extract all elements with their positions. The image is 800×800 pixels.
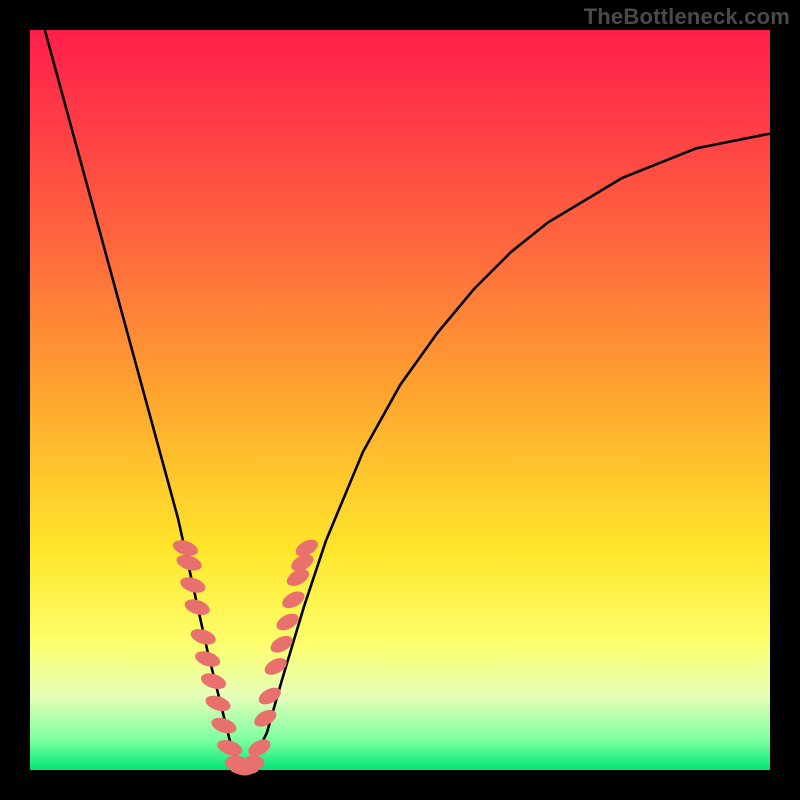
chart-frame: TheBottleneck.com — [0, 0, 800, 800]
watermark-text: TheBottleneck.com — [584, 4, 790, 30]
curve-beads — [171, 536, 321, 775]
chart-plot-area — [30, 30, 770, 770]
bottleneck-curve — [45, 30, 770, 770]
chart-svg — [30, 30, 770, 770]
